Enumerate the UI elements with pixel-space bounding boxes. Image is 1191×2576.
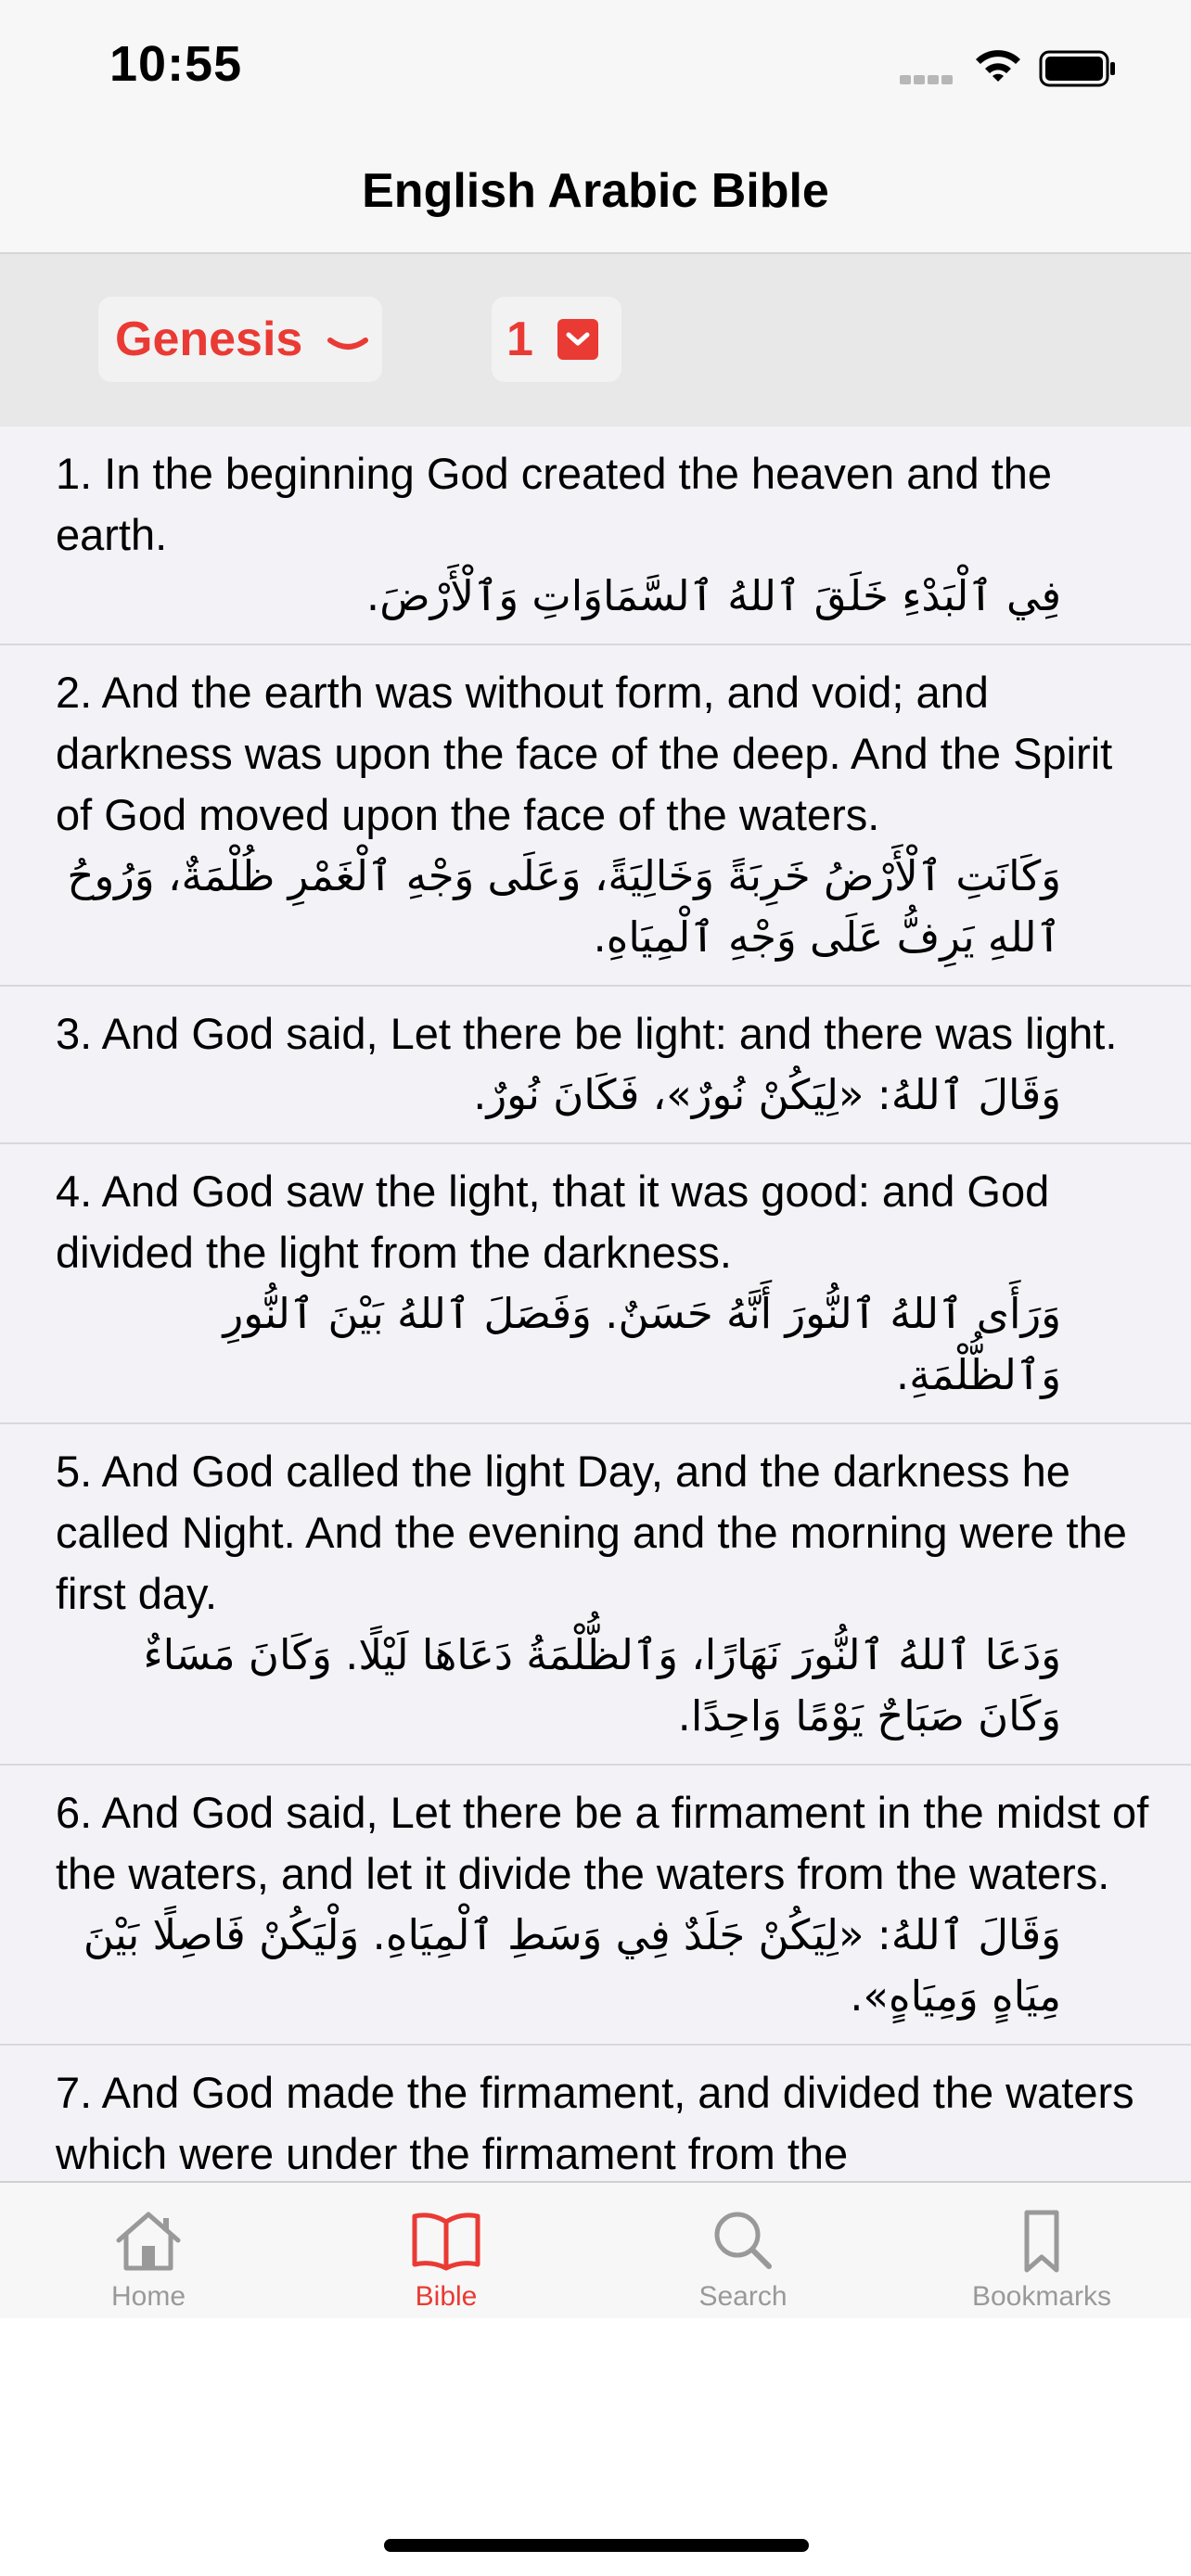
- status-time: 10:55: [109, 36, 243, 92]
- verse-arabic-text: وَرَأَى ٱللهُ ٱلنُّورَ أَنَّهُ حَسَنٌ. و…: [223, 1289, 1061, 1399]
- magnifying-glass-icon: [650, 2209, 836, 2274]
- book-picker-label: Genesis: [115, 312, 303, 366]
- verse-arabic-text: وَقَالَ ٱللهُ: «لِيَكُنْ جَلَدٌ فِي وَسَ…: [83, 1910, 1061, 2021]
- chevron-down-box-icon: [557, 319, 598, 360]
- tab-home[interactable]: Home: [56, 2209, 241, 2313]
- tab-bible-label: Bible: [415, 2281, 478, 2312]
- verse-english-text: 4. And God saw the light, that it was go…: [56, 1167, 1050, 1277]
- picker-bar: Genesis 1: [0, 254, 1191, 427]
- tab-bible[interactable]: Bible: [353, 2209, 539, 2313]
- house-icon: [56, 2209, 241, 2274]
- verse-english-text: 7. And God made the firmament, and divid…: [56, 2068, 1134, 2178]
- verse-english-text: 1. In the beginning God created the heav…: [56, 449, 1053, 559]
- verse-arabic-text: وَقَالَ ٱللهُ: «لِيَكُنْ نُورٌ»، فَكَانَ…: [473, 1070, 1061, 1119]
- tab-search[interactable]: Search: [650, 2209, 836, 2313]
- tab-bar: Home Bible Search Bookmarks: [0, 2181, 1191, 2320]
- verse-row[interactable]: 6. And God said, Let there be a firmamen…: [0, 1766, 1191, 2046]
- tab-home-label: Home: [110, 2281, 186, 2312]
- open-book-icon: [353, 2209, 539, 2274]
- verse-arabic-text: وَدَعَا ٱللهُ ٱلنُّورَ نَهَارًا، وَٱلظُّ…: [143, 1630, 1061, 1741]
- status-bar: 10:55: [0, 0, 1191, 139]
- battery-icon: [1039, 50, 1117, 92]
- verse-english-text: 3. And God said, Let there be light: and…: [56, 1009, 1118, 1058]
- navigation-bar: English Arabic Bible: [0, 139, 1191, 254]
- home-indicator-area: [0, 2318, 1191, 2576]
- page-title: English Arabic Bible: [362, 164, 829, 218]
- tab-bookmarks[interactable]: Bookmarks: [949, 2209, 1134, 2313]
- tab-search-label: Search: [698, 2281, 788, 2312]
- verse-row[interactable]: 2. And the earth was without form, and v…: [0, 645, 1191, 987]
- wifi-icon: [972, 48, 1024, 90]
- verse-list[interactable]: 1. In the beginning God created the heav…: [0, 427, 1191, 2181]
- verse-row[interactable]: 4. And God saw the light, that it was go…: [0, 1144, 1191, 1424]
- book-picker[interactable]: Genesis: [98, 297, 382, 382]
- bookmark-icon: [949, 2209, 1134, 2274]
- verse-arabic-text: فِي ٱلْبَدْءِ خَلَقَ ٱللهُ ٱلسَّمَاوَاتِ…: [365, 571, 1061, 620]
- verse-arabic-text: وَكَانَتِ ٱلْأَرْضُ خَرِبَةً وَخَالِيَةً…: [67, 851, 1061, 962]
- verse-english-text: 6. And God said, Let there be a firmamen…: [56, 1788, 1149, 1898]
- verse-english-text: 2. And the earth was without form, and v…: [56, 668, 1113, 839]
- chapter-picker-label: 1: [506, 312, 533, 366]
- verse-row[interactable]: 1. In the beginning God created the heav…: [0, 427, 1191, 645]
- verse-row[interactable]: 5. And God called the light Day, and the…: [0, 1424, 1191, 1766]
- cellular-signal-icon: [900, 72, 955, 89]
- verse-row[interactable]: 7. And God made the firmament, and divid…: [0, 2046, 1191, 2181]
- chevron-down-icon: [327, 312, 369, 367]
- verse-row[interactable]: 3. And God said, Let there be light: and…: [0, 987, 1191, 1144]
- verse-english-text: 5. And God called the light Day, and the…: [56, 1447, 1127, 1618]
- tab-bookmarks-label: Bookmarks: [971, 2281, 1112, 2312]
- chapter-picker[interactable]: 1: [492, 297, 621, 382]
- home-indicator[interactable]: [384, 2539, 809, 2552]
